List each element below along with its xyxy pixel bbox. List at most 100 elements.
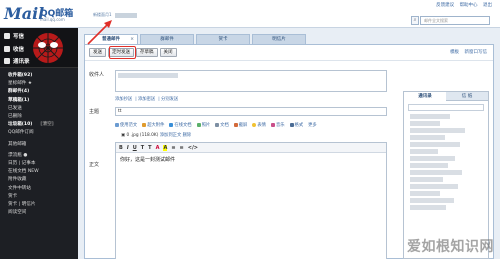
contact-entry[interactable]	[410, 128, 465, 133]
sidebar-item[interactable]: 贺卡 | 明信片	[8, 201, 78, 209]
add-bcc-link[interactable]: 添加密送	[138, 97, 155, 102]
send-button[interactable]: 发送	[89, 48, 106, 57]
format-tool[interactable]: 格式	[289, 122, 304, 128]
contact-entry[interactable]	[410, 177, 443, 182]
source-button[interactable]: </>	[188, 145, 198, 151]
sidebar-item-label: 已发送	[8, 105, 22, 111]
contacts-label: 通讯录	[13, 59, 30, 65]
contact-entry[interactable]	[410, 191, 440, 196]
sidebar-item[interactable]: 其他邮箱	[8, 141, 78, 149]
qq-mail-logo[interactable]: Mail QQ邮箱 mail.qq.com	[4, 3, 84, 25]
online-doc-tool[interactable]: 在线文档	[169, 122, 192, 128]
sidebar-item[interactable]: 星标邮件 ★	[8, 80, 78, 88]
close-icon[interactable]: ×	[130, 35, 134, 44]
feedback-link[interactable]: 反馈建议	[436, 3, 454, 8]
body-label: 正文	[89, 162, 100, 168]
contact-entry[interactable]	[410, 142, 460, 147]
help-link[interactable]: 帮助中心	[460, 3, 478, 8]
document-tool[interactable]: 文档	[215, 122, 229, 128]
sidebar-item[interactable]: 附件收藏	[8, 176, 78, 184]
sidebar-item-label: 垃圾箱(10)	[8, 122, 33, 128]
contact-entry[interactable]	[410, 184, 458, 189]
photo-tool[interactable]: 照片	[196, 122, 210, 128]
sidebar-item[interactable]: 在线文档 NEW	[8, 168, 78, 176]
delete-attachment-link[interactable]: 删除	[183, 133, 192, 138]
sidebar-item[interactable]: 已发送	[8, 105, 78, 113]
font-button[interactable]: T	[141, 145, 144, 151]
subject-value: tt	[118, 109, 122, 114]
align-button[interactable]: ≡	[171, 145, 175, 151]
contact-entry[interactable]	[410, 198, 454, 203]
add-to-body-link[interactable]: 添加到正文	[160, 133, 181, 138]
sidebar-item[interactable]: 阅读空间	[8, 209, 78, 217]
sidebar-item-label: 漂流瓶 ●	[8, 152, 28, 158]
sidebar-item[interactable]: 收件箱(92)	[8, 72, 78, 80]
logout-link[interactable]: 退出	[483, 3, 492, 8]
contact-entry[interactable]	[410, 114, 450, 119]
bold-button[interactable]: B	[119, 145, 123, 151]
contact-entry[interactable]	[410, 135, 445, 140]
big-attachment-tool[interactable]: 超大附件	[142, 122, 164, 128]
sidebar-item-label: 星标邮件 ★	[8, 81, 32, 87]
sidebar-item[interactable]: 日历 | 记事本	[8, 160, 78, 168]
subject-input[interactable]: tt	[115, 107, 387, 116]
template-tool[interactable]: 使用范文	[115, 122, 137, 128]
tab-label: 群邮件	[160, 37, 174, 42]
emoji-tool[interactable]: 表情	[252, 122, 266, 128]
search-input[interactable]: ⌕ 邮件全文搜索	[411, 16, 490, 25]
sidebar-item[interactable]: 贺卡	[8, 193, 78, 201]
folder-list: 收件箱(92) 星标邮件 ★ 群邮件(4) 草稿箱(1) 已发送已删除 垃圾箱(10) [清…	[0, 68, 78, 217]
tool-label: 格式	[294, 123, 304, 128]
tab-group-mail[interactable]: 群邮件	[140, 34, 194, 44]
sidebar-item[interactable]: 草稿箱(1)	[8, 97, 78, 105]
image-icon: ▣	[121, 133, 126, 138]
to-field[interactable]	[115, 70, 387, 92]
underline-button[interactable]: U	[133, 145, 137, 151]
emoji-icon	[252, 122, 257, 127]
sidebar-item[interactable]: 垃圾箱(10) [清空]	[8, 121, 78, 129]
contact-search-input[interactable]	[408, 104, 484, 111]
compose-label: 写信	[13, 34, 25, 40]
compose-button[interactable]: 写信	[4, 31, 34, 41]
top-bar: Mail QQ邮箱 mail.qq.com 新楼面月1 反馈建议 帮助中心 退出…	[0, 0, 500, 28]
contact-entry[interactable]	[410, 170, 462, 175]
contact-entry[interactable]	[410, 205, 446, 210]
tab-stationery[interactable]: 信 纸	[446, 92, 488, 101]
font-size-button[interactable]: T	[148, 145, 151, 151]
sidebar-item[interactable]: 漂流瓶 ●	[8, 152, 78, 160]
more-tool[interactable]: 更多	[308, 122, 317, 128]
music-tool[interactable]: 音乐	[270, 122, 285, 128]
contacts-button[interactable]: 通讯录	[4, 56, 34, 66]
new-window-link[interactable]: 新窗口写信	[465, 50, 488, 55]
body-editor[interactable]: B I U T T A A ≡ ≡ </> 你好，这是一封测试邮件	[115, 142, 387, 259]
empty-trash-link[interactable]: [清空]	[40, 122, 53, 127]
contact-entry[interactable]	[410, 156, 455, 161]
list-button[interactable]: ≡	[180, 145, 184, 151]
scheduled-send-highlight	[109, 46, 136, 59]
close-button[interactable]: 关闭	[159, 48, 177, 57]
contact-entry[interactable]	[410, 163, 448, 168]
sidebar-item[interactable]: 群邮件(4)	[8, 88, 78, 96]
font-color-button[interactable]: A	[156, 145, 160, 151]
sidebar-item[interactable]: 已删除	[8, 113, 78, 121]
template-link[interactable]: 模板	[450, 50, 459, 55]
italic-button[interactable]: I	[127, 145, 129, 151]
sidebar-item-label: 附件收藏	[8, 177, 27, 183]
separate-send-link[interactable]: 分别发送	[161, 97, 178, 102]
highlight-color-button[interactable]: A	[163, 144, 168, 151]
sidebar-item[interactable]: 文件中转站	[8, 185, 78, 193]
contact-entry[interactable]	[410, 121, 440, 126]
search-icon[interactable]: ⌕	[411, 16, 419, 25]
contact-entry[interactable]	[410, 149, 438, 154]
inbox-button[interactable]: 收信	[4, 44, 34, 54]
sidebar-item-label: 阅读空间	[8, 210, 27, 216]
add-cc-link[interactable]: 添加抄送	[115, 97, 132, 102]
screenshot-tool[interactable]: 截屏	[233, 122, 247, 128]
tab-postcard[interactable]: 明信片	[252, 34, 306, 44]
contacts-tabs: 通讯录 信 纸	[404, 92, 488, 101]
sidebar-item[interactable]: QQ邮件订阅	[8, 129, 78, 137]
tab-greeting-card[interactable]: 贺卡	[196, 34, 250, 44]
tab-address-book[interactable]: 通讯录	[404, 92, 446, 101]
save-draft-button[interactable]: 存草稿	[136, 48, 158, 57]
body-text[interactable]: 你好，这是一封测试邮件	[116, 153, 386, 166]
